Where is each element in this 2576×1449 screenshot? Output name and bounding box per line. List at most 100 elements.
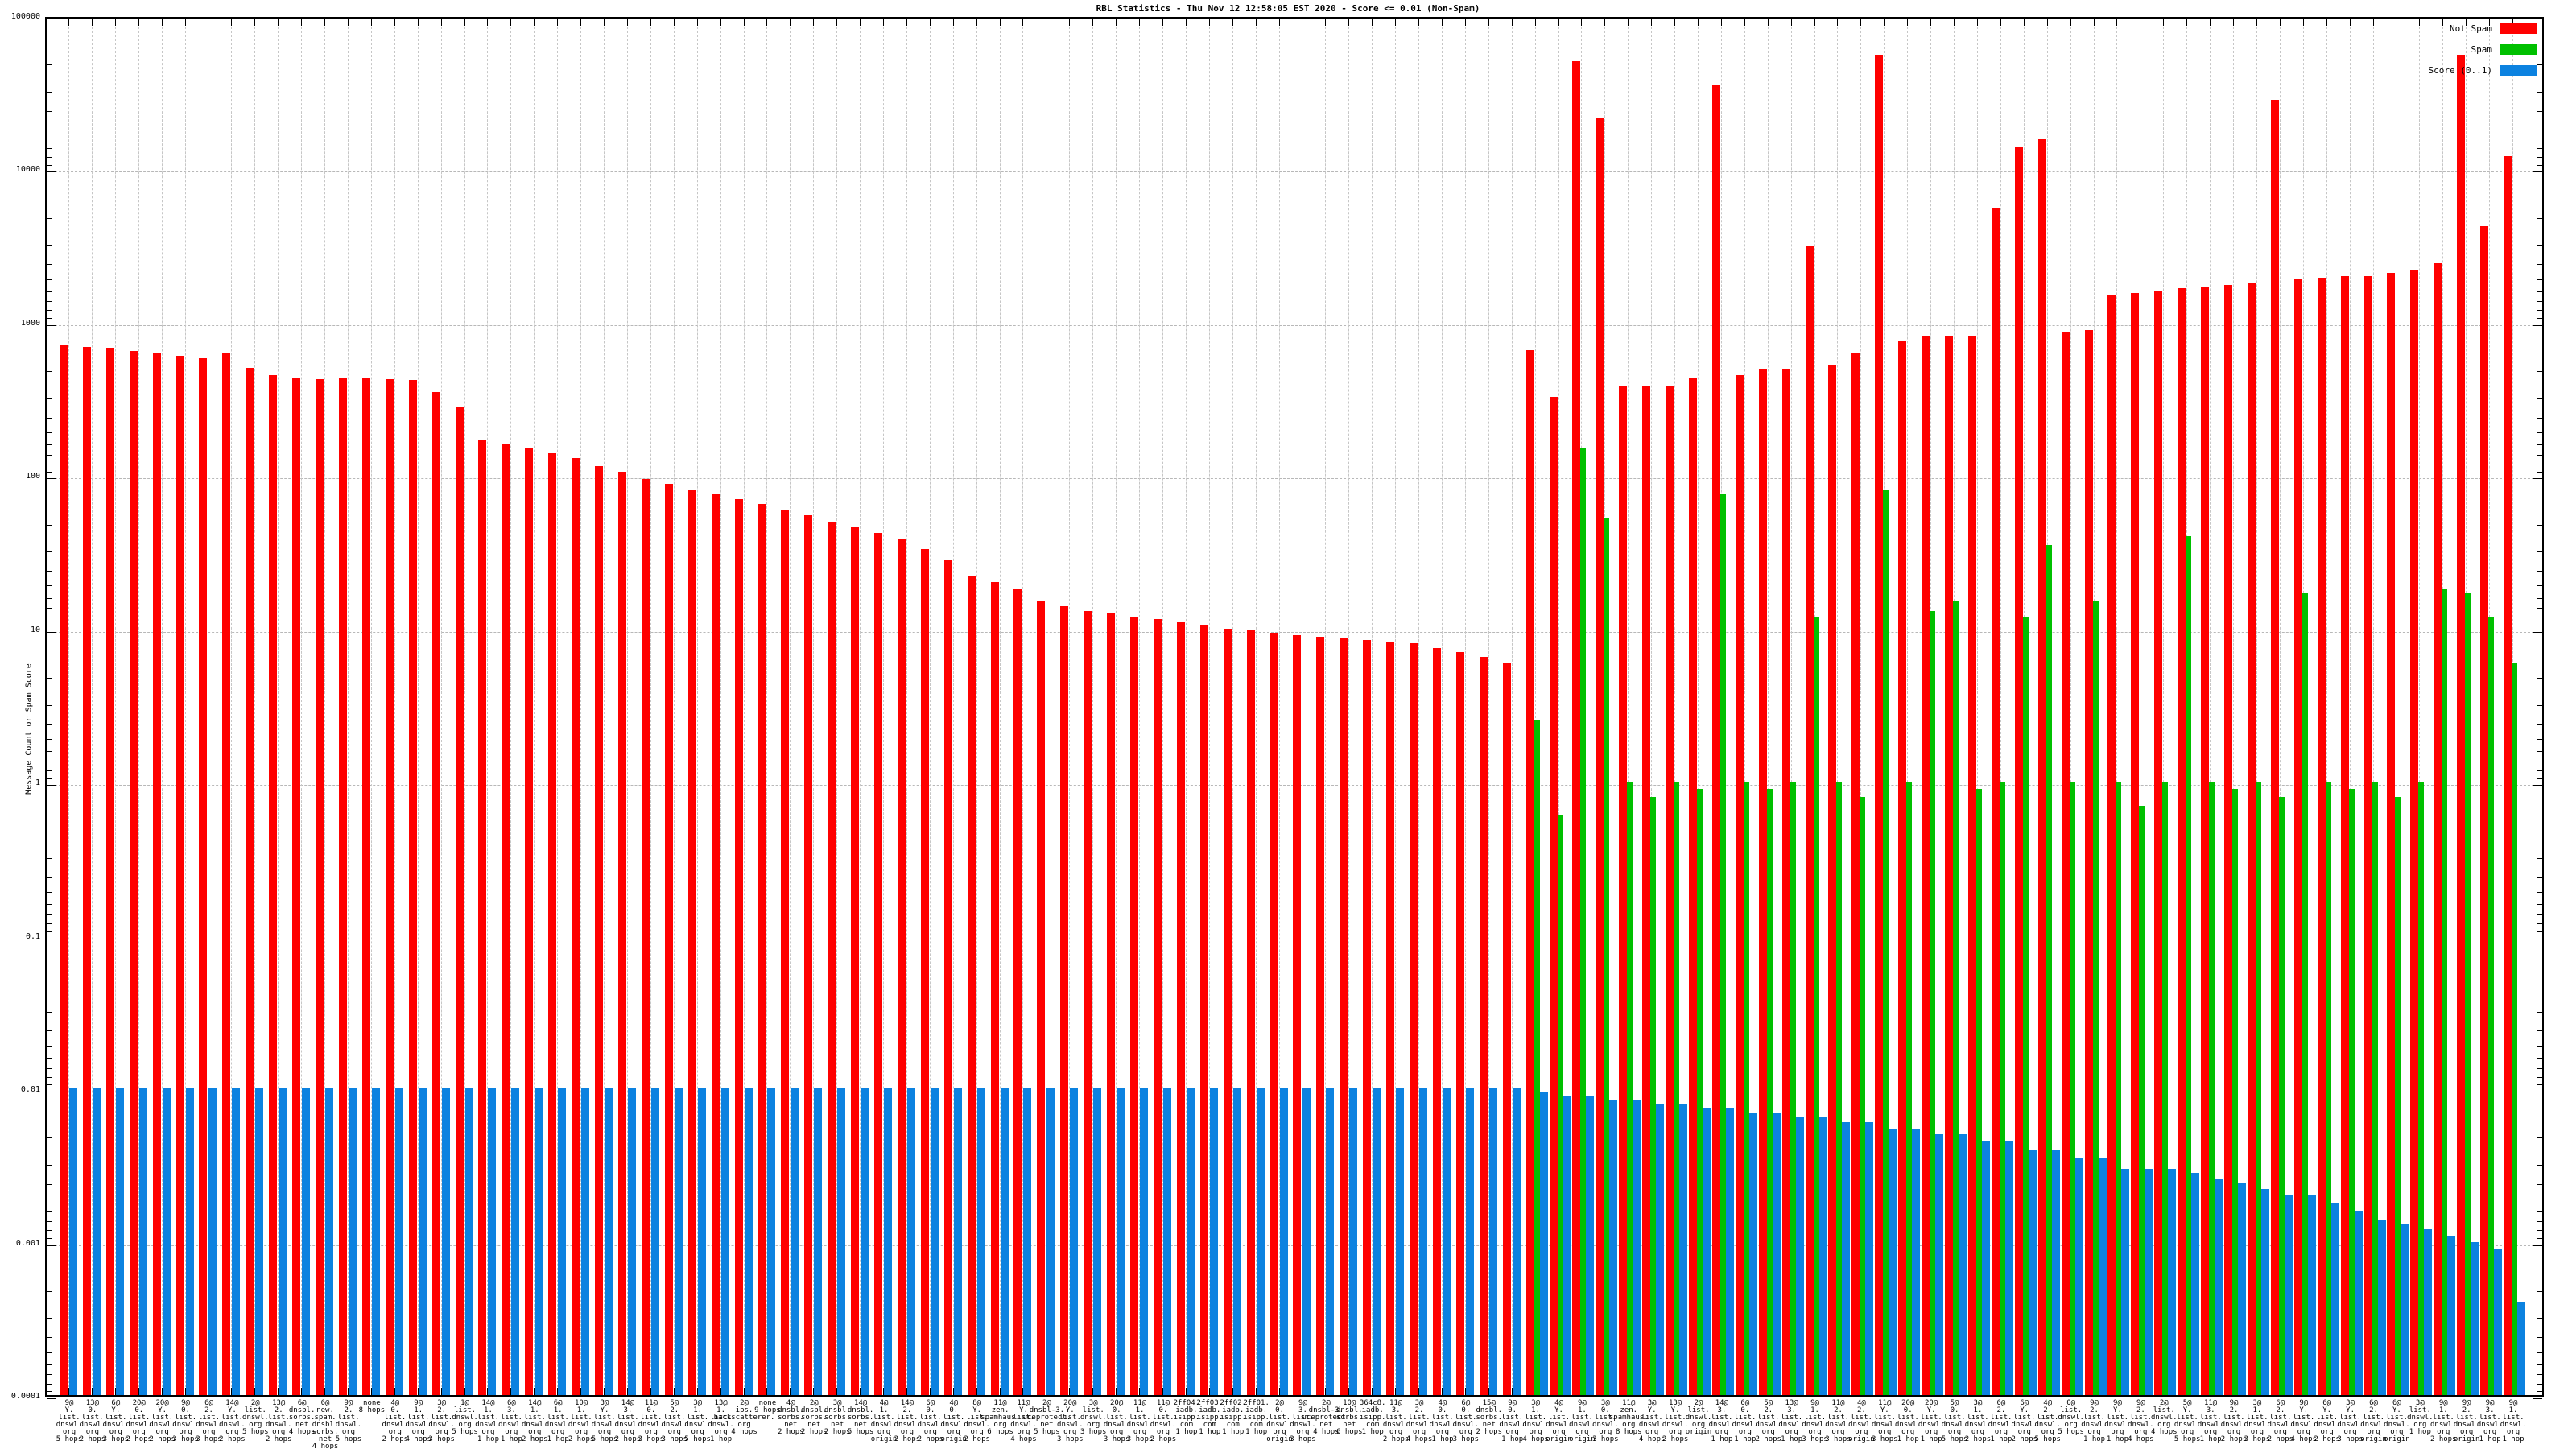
y-axis-minor-tick bbox=[47, 371, 52, 373]
bar-not-spam bbox=[943, 559, 952, 1395]
bar-not-spam bbox=[804, 514, 813, 1395]
bar-not-spam bbox=[1642, 386, 1651, 1395]
x-axis-tick bbox=[1767, 19, 1769, 26]
x-axis-tick bbox=[1185, 19, 1187, 26]
bar-score bbox=[2517, 1302, 2525, 1395]
y-axis-minor-tick bbox=[2537, 858, 2542, 860]
y-axis-minor-tick bbox=[47, 1183, 52, 1185]
bar-not-spam bbox=[1316, 637, 1325, 1395]
x-axis-tick bbox=[1628, 19, 1629, 26]
y-axis-minor-tick bbox=[2537, 1290, 2542, 1292]
y-axis-minor-tick bbox=[2537, 1237, 2542, 1239]
bar-not-spam bbox=[431, 391, 440, 1395]
bar-score bbox=[1326, 1088, 1335, 1395]
y-axis-minor-tick bbox=[2537, 585, 2542, 587]
bar-score bbox=[2121, 1168, 2130, 1395]
bar-spam bbox=[2348, 788, 2355, 1395]
y-axis-minor-tick bbox=[2537, 217, 2542, 219]
y-axis-minor-tick bbox=[2537, 551, 2542, 553]
y-axis-tick-label: 10000 bbox=[15, 165, 40, 175]
x-axis-tick bbox=[1860, 19, 1862, 26]
bar-not-spam bbox=[2037, 139, 2046, 1395]
bar-not-spam bbox=[1246, 630, 1255, 1395]
x-axis-tick bbox=[976, 19, 977, 26]
y-axis-minor-tick bbox=[47, 1076, 52, 1078]
legend-label: Spam bbox=[2471, 43, 2493, 55]
x-axis-tick bbox=[1372, 19, 1373, 26]
bar-not-spam bbox=[1502, 663, 1511, 1395]
y-axis-minor-tick bbox=[2537, 264, 2542, 266]
y-axis-minor-tick bbox=[47, 1137, 52, 1139]
y-axis-minor-tick bbox=[2537, 279, 2542, 280]
bar-spam bbox=[2442, 589, 2448, 1395]
x-axis-tick bbox=[1534, 19, 1536, 26]
bar-score bbox=[2238, 1183, 2247, 1395]
bar-spam bbox=[2046, 545, 2052, 1395]
x-axis-tick bbox=[2372, 19, 2374, 26]
bar-score bbox=[767, 1088, 776, 1395]
y-axis-minor-tick bbox=[2537, 398, 2542, 399]
bar-not-spam bbox=[2014, 146, 2023, 1395]
bar-score bbox=[1442, 1088, 1451, 1395]
y-axis-minor-tick bbox=[47, 318, 52, 320]
y-axis-minor-tick bbox=[2537, 1221, 2542, 1223]
bar-score bbox=[1772, 1112, 1781, 1395]
bar-spam bbox=[1813, 616, 1819, 1395]
x-axis-tick bbox=[1139, 19, 1141, 26]
legend-row: Score (0..1) bbox=[2429, 60, 2537, 80]
bar-spam bbox=[2372, 782, 2378, 1395]
bar-score bbox=[906, 1088, 915, 1395]
x-axis-tick bbox=[1954, 19, 1955, 26]
y-axis-minor-tick bbox=[2537, 1230, 2542, 1232]
x-axis-tick bbox=[2116, 19, 2118, 26]
y-axis-minor-tick bbox=[47, 310, 52, 312]
bar-score bbox=[302, 1088, 311, 1395]
bar-not-spam bbox=[455, 407, 464, 1395]
bar-not-spam bbox=[1340, 638, 1348, 1395]
y-axis-minor-tick bbox=[2537, 738, 2542, 740]
bar-score bbox=[650, 1088, 659, 1395]
bar-spam bbox=[1580, 448, 1587, 1395]
y-axis-minor-tick bbox=[2537, 914, 2542, 916]
x-axis-tick bbox=[2302, 19, 2304, 26]
y-axis-minor-tick bbox=[2537, 1030, 2542, 1032]
y-axis-major-tick bbox=[47, 631, 56, 633]
bar-score bbox=[1865, 1122, 1874, 1395]
bar-score bbox=[92, 1088, 101, 1395]
bar-score bbox=[1023, 1088, 1032, 1395]
x-axis-tick bbox=[138, 19, 139, 26]
y-axis-minor-tick bbox=[2537, 1211, 2542, 1212]
x-axis-tick bbox=[394, 19, 395, 26]
y-axis-minor-tick bbox=[47, 858, 52, 860]
bar-not-spam bbox=[1828, 365, 1837, 1395]
bar-spam bbox=[2232, 788, 2239, 1395]
bar-spam bbox=[2022, 616, 2029, 1395]
bar-spam bbox=[2092, 601, 2099, 1395]
y-axis-minor-tick bbox=[47, 877, 52, 878]
bar-score bbox=[1302, 1088, 1311, 1395]
bar-not-spam bbox=[361, 378, 370, 1395]
y-axis-minor-tick bbox=[2537, 931, 2542, 932]
bar-score bbox=[1748, 1112, 1757, 1395]
bar-score bbox=[1000, 1088, 1009, 1395]
x-axis-tick bbox=[2349, 19, 2351, 26]
y-axis-minor-tick bbox=[2537, 1067, 2542, 1069]
x-axis-tick bbox=[347, 19, 349, 26]
bar-score bbox=[976, 1088, 985, 1395]
bar-spam bbox=[1906, 782, 1913, 1395]
bar-not-spam bbox=[1666, 386, 1674, 1395]
x-axis-tick bbox=[1698, 19, 1699, 26]
bar-spam bbox=[2301, 592, 2308, 1395]
y-axis-minor-tick bbox=[2537, 64, 2542, 66]
x-axis-tick bbox=[2093, 19, 2095, 26]
bar-not-spam bbox=[1037, 601, 1046, 1395]
y-axis-minor-tick bbox=[47, 923, 52, 925]
legend-label: Not Spam bbox=[2450, 23, 2492, 34]
y-axis-minor-tick bbox=[47, 279, 52, 280]
bar-score bbox=[2028, 1149, 2037, 1395]
x-axis-tick bbox=[626, 19, 628, 26]
y-axis-minor-tick bbox=[2537, 245, 2542, 246]
bar-score bbox=[720, 1088, 729, 1395]
x-axis-tick bbox=[1604, 19, 1606, 26]
y-axis-major-tick bbox=[47, 478, 56, 480]
